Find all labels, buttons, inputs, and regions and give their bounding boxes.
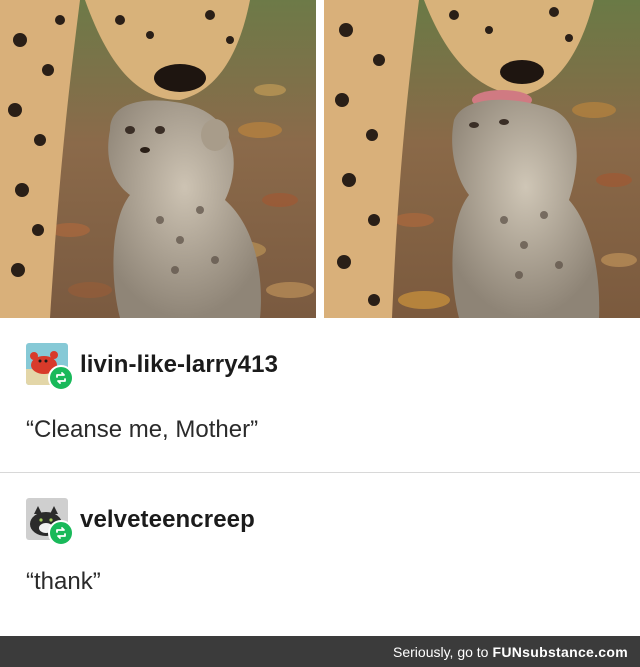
reblog-icon [48,365,74,391]
post-text: “thank” [26,568,101,595]
cheetah-photo-right-image [324,0,640,318]
post-text: “Cleanse me, Mother” [26,416,259,443]
avatar[interactable] [26,343,74,391]
photo-panel [0,0,640,318]
post-author: velveteencreep [26,498,255,546]
cheetah-photo-right [324,0,640,318]
site-footer: Seriously, go to FUNsubstance.com [0,636,640,667]
avatar[interactable] [26,498,74,546]
funsubstance-link[interactable]: FUNsubstance.com [492,644,628,660]
username[interactable]: velveteencreep [80,506,255,534]
brand-rest: substance.com [522,643,628,660]
username[interactable]: livin-like-larry413 [80,351,278,379]
post-author: livin-like-larry413 [26,343,278,391]
post-livin-like-larry413: livin-like-larry413 “Cleanse me, Mother” [0,318,640,472]
cheetah-photo-left-image [0,0,316,318]
cheetah-photo-left [0,0,316,318]
post-velveteencreep: velveteencreep “thank” [0,473,640,635]
brand-fun: FUN [492,643,523,660]
footer-prefix: Seriously, go to [393,643,489,660]
reblog-icon [48,520,74,546]
